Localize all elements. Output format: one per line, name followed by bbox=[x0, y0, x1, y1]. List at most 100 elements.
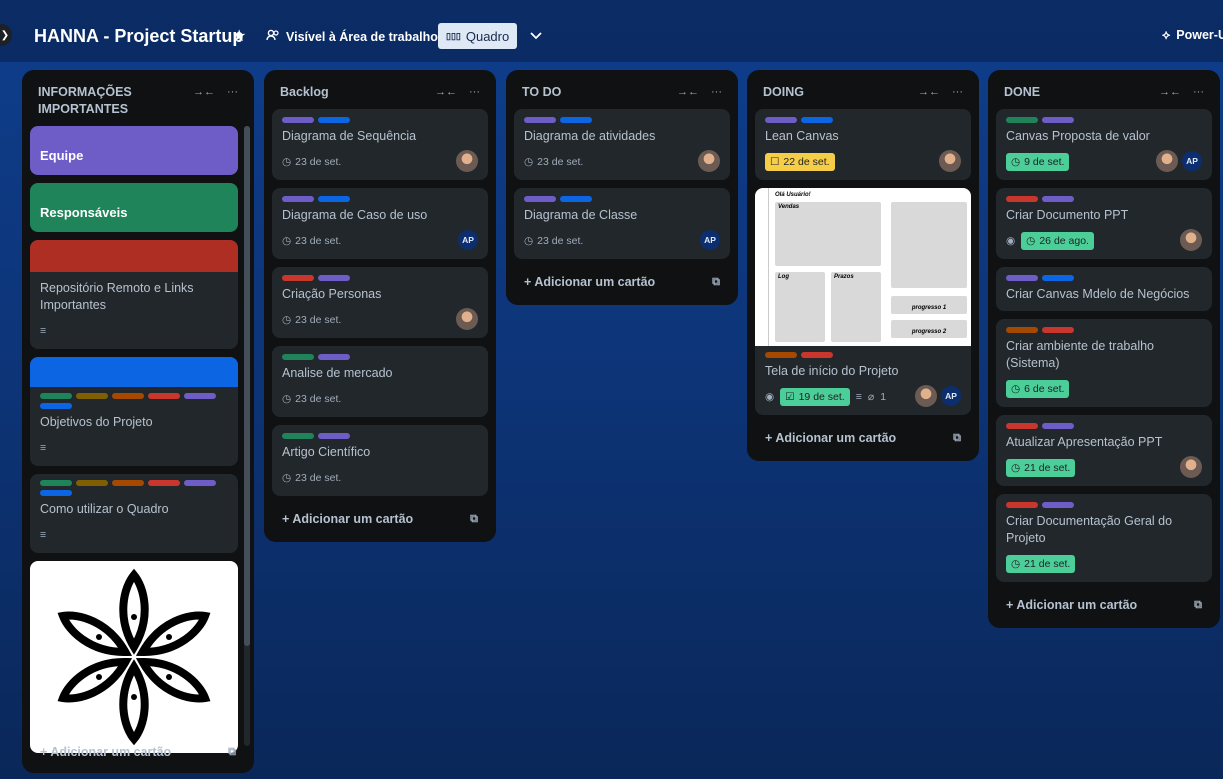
collapse-icon[interactable]: →← bbox=[193, 86, 215, 118]
card-artigo-cientifico[interactable]: Artigo Científico ◷ 23 de set. bbox=[272, 425, 488, 496]
add-card-button[interactable]: + Adicionar um cartão ⧉ bbox=[514, 267, 730, 297]
list-title[interactable]: Backlog bbox=[280, 84, 329, 101]
list-scrollbar[interactable] bbox=[244, 126, 250, 746]
template-icon[interactable]: ⧉ bbox=[712, 276, 720, 289]
more-icon[interactable]: ··· bbox=[469, 86, 480, 101]
template-icon[interactable]: ⧉ bbox=[953, 432, 961, 445]
label-olive bbox=[76, 393, 108, 399]
card-diagrama-caso-uso[interactable]: Diagrama de Caso de uso ◷ 23 de set. AP bbox=[272, 188, 488, 259]
card-criar-documento-ppt[interactable]: Criar Documento PPT ◉ ◷ 26 de ago. bbox=[996, 188, 1212, 259]
collapse-icon[interactable]: →← bbox=[677, 86, 699, 101]
due-date-badge[interactable]: ◷ 23 de set. bbox=[282, 472, 341, 484]
label-blue bbox=[318, 117, 350, 123]
collapse-icon[interactable]: →← bbox=[918, 86, 940, 101]
avatar[interactable] bbox=[1156, 150, 1178, 172]
board-title[interactable]: HANNA - Project Startup bbox=[34, 26, 243, 47]
card-diagrama-sequencia[interactable]: Diagrama de Sequência ◷ 23 de set. bbox=[272, 109, 488, 180]
avatar[interactable]: AP bbox=[458, 230, 478, 250]
label-purple bbox=[1042, 117, 1074, 123]
avatar[interactable] bbox=[456, 308, 478, 330]
card-como-utilizar[interactable]: Como utilizar o Quadro ≡ bbox=[30, 474, 238, 553]
label-blue bbox=[40, 490, 72, 496]
due-date-badge[interactable]: ◷ 9 de set. bbox=[1006, 153, 1070, 171]
card-criar-ambiente[interactable]: Criar ambiente de trabalho (Sistema) ◷ 6 … bbox=[996, 319, 1212, 407]
avatar[interactable]: AP bbox=[1182, 151, 1202, 171]
card-logo-image[interactable] bbox=[30, 561, 238, 753]
sidebar-toggle-button[interactable]: ❯ bbox=[0, 24, 12, 46]
more-icon[interactable]: ··· bbox=[952, 86, 963, 101]
due-date-badge[interactable]: ◷ 23 de set. bbox=[524, 156, 583, 168]
label-purple bbox=[524, 117, 556, 123]
more-icon[interactable]: ··· bbox=[227, 86, 238, 118]
attachment-icon: ⌀ bbox=[867, 391, 875, 403]
clock-icon: ◷ bbox=[1011, 383, 1021, 395]
add-card-button[interactable]: + Adicionar um cartão ⧉ bbox=[272, 504, 488, 534]
clock-icon: ◷ bbox=[1011, 156, 1021, 168]
add-card-button[interactable]: + Adicionar um cartão ⧉ bbox=[755, 423, 971, 453]
card-responsaveis[interactable]: Responsáveis bbox=[30, 183, 238, 232]
list-title[interactable]: DONE bbox=[1004, 84, 1040, 101]
due-date-badge[interactable]: ☐ 22 de set. bbox=[765, 153, 835, 171]
card-equipe[interactable]: Equipe bbox=[30, 126, 238, 175]
card-atualizar-apresentacao[interactable]: Atualizar Apresentação PPT ◷ 21 de set. bbox=[996, 415, 1212, 486]
due-date-badge[interactable]: ◷ 23 de set. bbox=[282, 314, 341, 326]
card-criacao-personas[interactable]: Criação Personas ◷ 23 de set. bbox=[272, 267, 488, 338]
more-icon[interactable]: ··· bbox=[711, 86, 722, 101]
avatar[interactable] bbox=[915, 385, 937, 407]
due-date-badge[interactable]: ◷ 21 de set. bbox=[1006, 555, 1076, 573]
clock-icon: ◷ bbox=[282, 393, 292, 405]
avatar[interactable]: AP bbox=[941, 386, 961, 406]
card-diagrama-atividades[interactable]: Diagrama de atividades ◷ 23 de set. bbox=[514, 109, 730, 180]
due-date-badge[interactable]: ◷ 26 de ago. bbox=[1021, 232, 1094, 250]
avatar[interactable]: AP bbox=[700, 230, 720, 250]
scrollbar-thumb[interactable] bbox=[244, 126, 250, 646]
due-date-badge[interactable]: ◷ 23 de set. bbox=[282, 235, 341, 247]
due-date-badge[interactable]: ◷ 23 de set. bbox=[524, 235, 583, 247]
powerups-button[interactable]: ⟡ Power-Ups bbox=[1162, 28, 1223, 43]
list-title[interactable]: DOING bbox=[763, 84, 804, 101]
card-canvas-proposta[interactable]: Canvas Proposta de valor ◷ 9 de set. AP bbox=[996, 109, 1212, 180]
card-diagrama-classe[interactable]: Diagrama de Classe ◷ 23 de set. AP bbox=[514, 188, 730, 259]
card-objetivos[interactable]: Objetivos do Projeto ≡ bbox=[30, 357, 238, 466]
add-card-button[interactable]: + Adicionar um cartão ⧉ bbox=[996, 590, 1212, 620]
eye-icon: ◉ bbox=[765, 391, 775, 403]
label-purple bbox=[184, 480, 216, 486]
label-red bbox=[282, 275, 314, 281]
more-icon[interactable]: ··· bbox=[1193, 86, 1204, 101]
list-title[interactable]: TO DO bbox=[522, 84, 561, 101]
card-tela-inicio[interactable]: Olá Usuário! Vendas Log Prazos progresso… bbox=[755, 188, 971, 415]
collapse-icon[interactable]: →← bbox=[435, 86, 457, 101]
add-card-button[interactable]: + Adicionar um cartão ⧉ bbox=[30, 737, 246, 767]
template-icon[interactable]: ⧉ bbox=[228, 746, 236, 759]
due-date-badge[interactable]: ◷ 21 de set. bbox=[1006, 459, 1076, 477]
board-view-button[interactable]: ▯▯▯ Quadro bbox=[438, 23, 518, 49]
label-red bbox=[1006, 196, 1038, 202]
avatar[interactable] bbox=[939, 150, 961, 172]
label-purple bbox=[1042, 502, 1074, 508]
label-purple bbox=[1042, 196, 1074, 202]
label-red bbox=[1042, 327, 1074, 333]
star-icon[interactable]: ★ bbox=[232, 26, 246, 46]
template-icon[interactable]: ⧉ bbox=[470, 513, 478, 526]
card-criar-documentacao[interactable]: Criar Documentação Geral do Projeto ◷ 21 … bbox=[996, 494, 1212, 582]
card-analise-mercado[interactable]: Analise de mercado ◷ 23 de set. bbox=[272, 346, 488, 417]
due-date-badge[interactable]: ◷ 23 de set. bbox=[282, 393, 341, 405]
card-repositorio[interactable]: Repositório Remoto e Links Importantes ≡ bbox=[30, 240, 238, 349]
chevron-down-icon[interactable] bbox=[526, 24, 546, 48]
list-title[interactable]: INFORMAÇÕES IMPORTANTES bbox=[38, 84, 168, 118]
avatar[interactable] bbox=[456, 150, 478, 172]
visibility-button[interactable]: Visível à Área de trabalho bbox=[266, 28, 438, 45]
due-date-badge[interactable]: ◷ 23 de set. bbox=[282, 156, 341, 168]
label-green bbox=[1006, 117, 1038, 123]
card-lean-canvas[interactable]: Lean Canvas ☐ 22 de set. bbox=[755, 109, 971, 180]
avatar[interactable] bbox=[1180, 229, 1202, 251]
due-date-badge[interactable]: ☑ 19 de set. bbox=[780, 388, 850, 406]
card-cover-image: Olá Usuário! Vendas Log Prazos progresso… bbox=[755, 188, 971, 346]
avatar[interactable] bbox=[698, 150, 720, 172]
card-criar-canvas-modelo[interactable]: Criar Canvas Mdelo de Negócios bbox=[996, 267, 1212, 311]
collapse-icon[interactable]: →← bbox=[1159, 86, 1181, 101]
avatar[interactable] bbox=[1180, 456, 1202, 478]
clock-icon: ◷ bbox=[282, 314, 292, 326]
due-date-badge[interactable]: ◷ 6 de set. bbox=[1006, 380, 1070, 398]
template-icon[interactable]: ⧉ bbox=[1194, 599, 1202, 612]
